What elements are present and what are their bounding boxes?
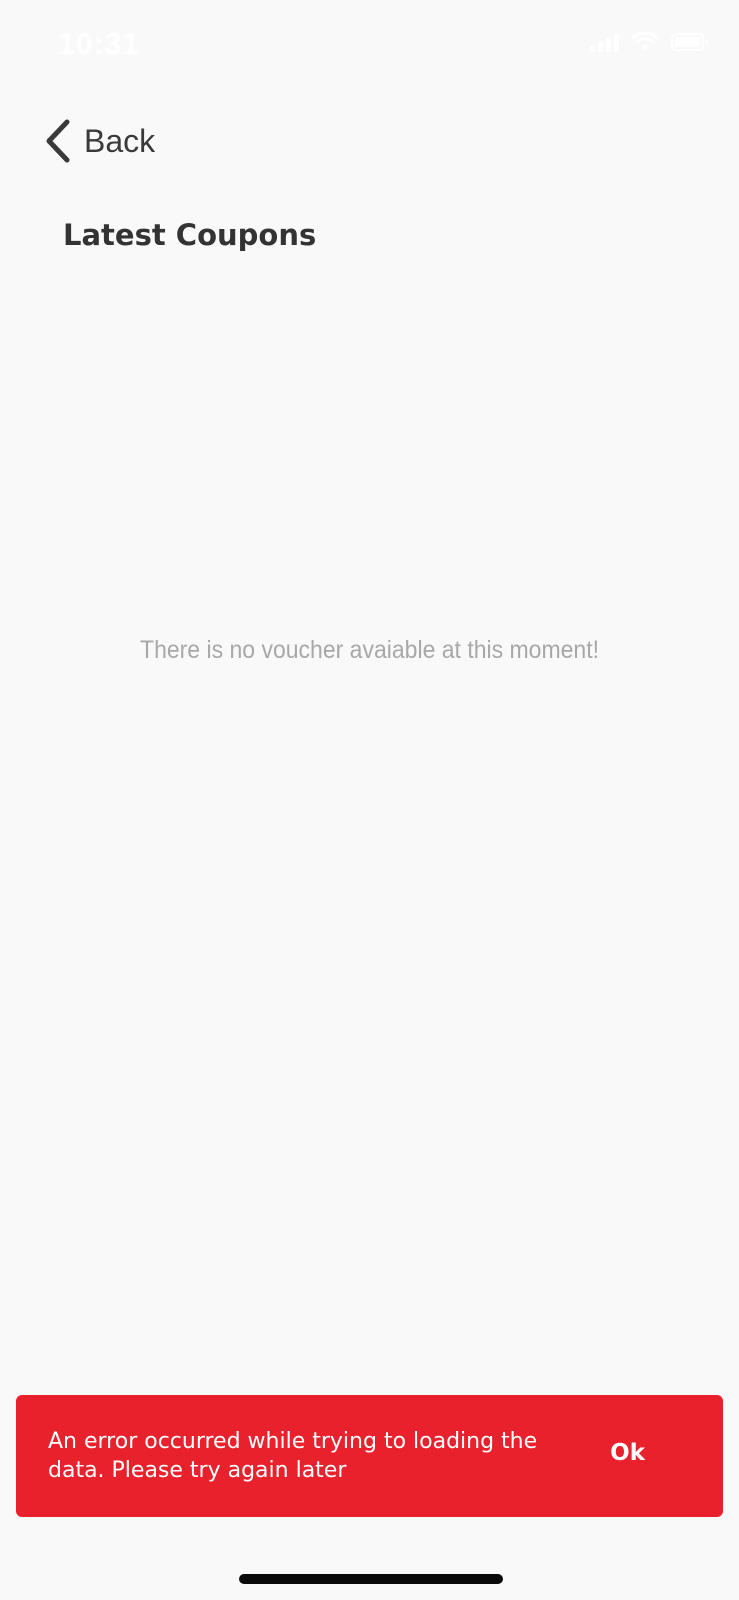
back-button[interactable]: Back: [42, 116, 155, 166]
status-icons: [590, 32, 709, 52]
snackbar-ok-button[interactable]: Ok: [610, 1440, 645, 1466]
status-bar: 10:31: [0, 0, 739, 90]
back-label: Back: [84, 122, 156, 159]
status-time: 10:31: [58, 26, 140, 61]
error-snackbar: An error occurred while trying to loadin…: [16, 1395, 723, 1517]
battery-icon: [671, 33, 708, 51]
wifi-icon: [631, 32, 659, 51]
page-title: Latest Coupons: [63, 218, 317, 252]
empty-state-message: There is no voucher avaiable at this mom…: [140, 636, 599, 664]
snackbar-message: An error occurred while trying to loadin…: [48, 1429, 538, 1483]
home-indicator[interactable]: [239, 1574, 503, 1584]
chevron-left-icon: [46, 119, 70, 163]
coupons-screen: 10:31 Back Latest Coupons There is no vo…: [0, 0, 739, 1600]
signal-icon: [590, 32, 619, 52]
